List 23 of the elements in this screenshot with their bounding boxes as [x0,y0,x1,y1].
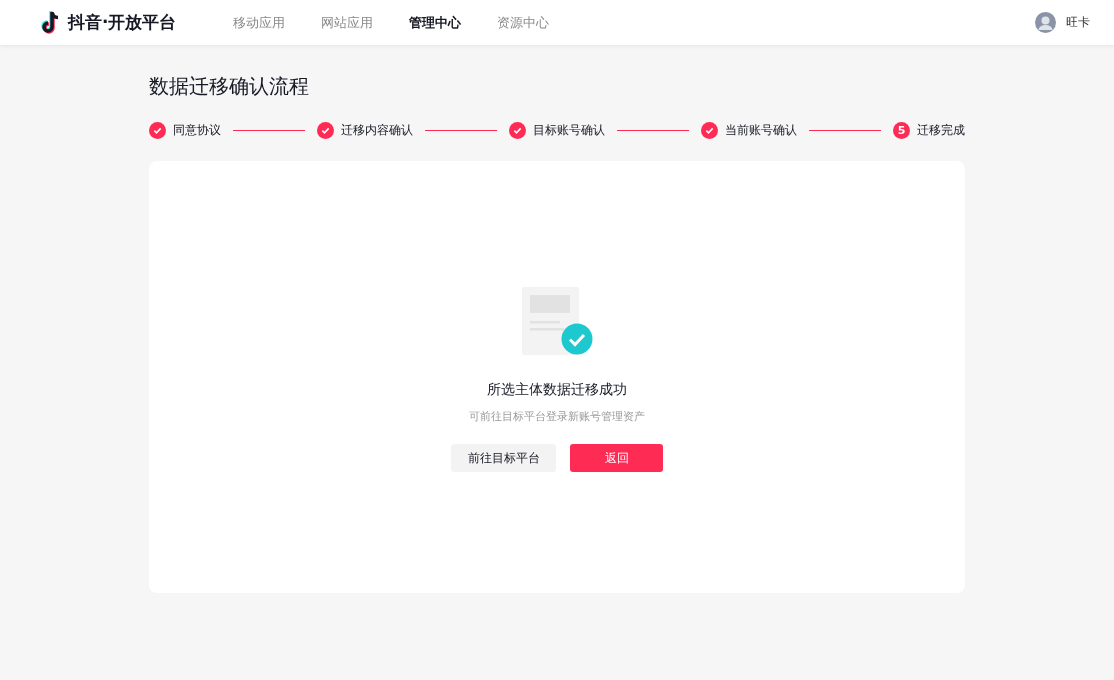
check-icon [317,122,334,139]
page-title: 数据迁移确认流程 [149,73,310,100]
logo-text: 抖音·开放平台 [68,11,177,34]
result-subtitle: 可前往目标平台登录新账号管理资产 [469,409,645,424]
step-label: 迁移内容确认 [341,122,413,139]
avatar-icon[interactable] [1035,12,1056,33]
result-title: 所选主体数据迁移成功 [487,381,627,399]
nav-link[interactable]: 管理中心 [409,13,475,32]
user-name[interactable]: 旺卡 [1066,14,1090,31]
step-label: 目标账号确认 [533,122,605,139]
step-label: 迁移完成 [917,122,965,139]
nav-link[interactable]: 资源中心 [497,13,563,32]
check-icon [149,122,166,139]
step-label: 同意协议 [173,122,221,139]
step-number: 5 [893,122,910,139]
check-icon [509,122,526,139]
go-button[interactable]: 前往目标平台 [451,444,556,472]
check-icon [701,122,718,139]
document-check-icon [520,285,594,357]
nav-link[interactable]: 网站应用 [321,13,387,32]
nav-link[interactable]: 移动应用 [233,13,299,32]
step-label: 当前账号确认 [725,122,797,139]
back-button[interactable]: 返回 [570,444,663,472]
